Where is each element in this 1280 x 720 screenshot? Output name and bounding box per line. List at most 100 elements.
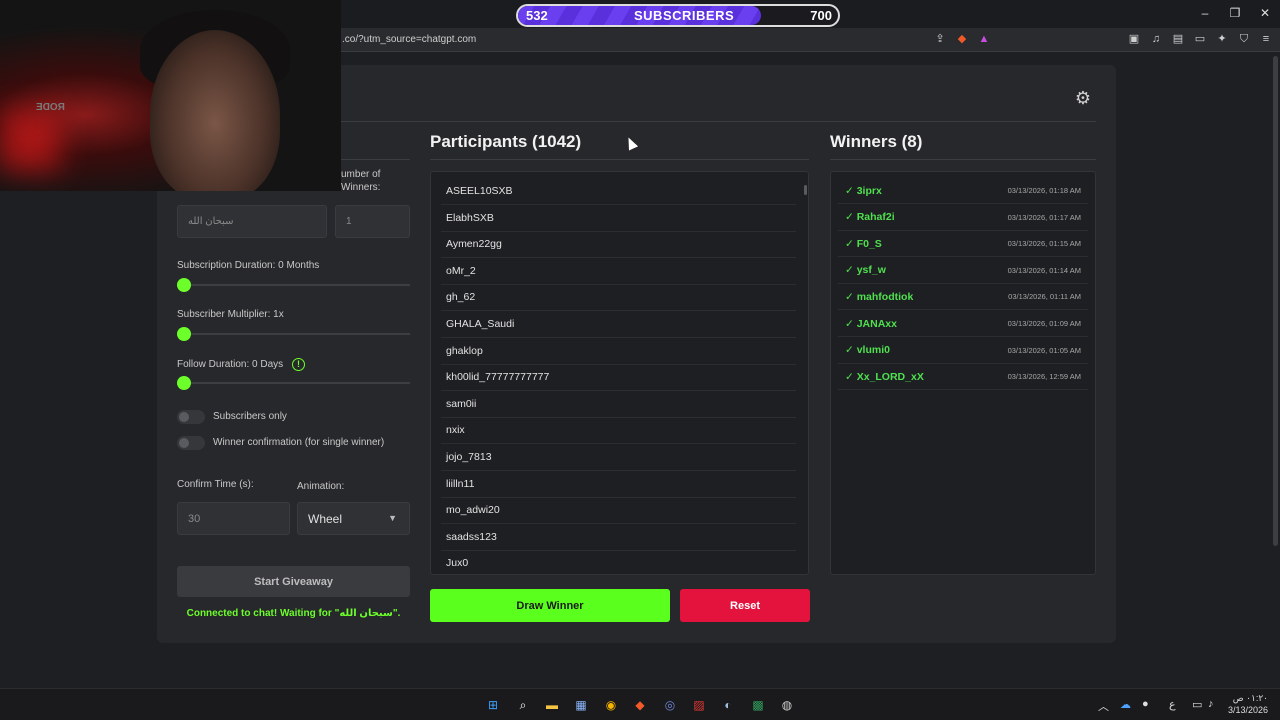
- winner-timestamp: 03/13/2026, 01:15 AM: [1007, 239, 1081, 249]
- volume-icon[interactable]: ♪: [1208, 698, 1214, 710]
- store-icon[interactable]: ▦: [572, 696, 590, 714]
- system-clock[interactable]: ٠١:٢٠ ص 3/13/2026: [1228, 692, 1268, 716]
- input-language-indicator[interactable]: ع: [1169, 698, 1176, 711]
- participants-scrollbar[interactable]: [804, 175, 808, 573]
- subscriber-count: 532: [526, 8, 548, 23]
- winners-count-label-1: umber of: [341, 169, 381, 180]
- subscribers-only-toggle[interactable]: [177, 410, 205, 424]
- file-explorer-icon[interactable]: ▬: [543, 696, 561, 714]
- close-button[interactable]: ✕: [1258, 4, 1272, 22]
- chevron-down-icon: ▼: [388, 513, 397, 523]
- follow-duration-knob[interactable]: [177, 376, 191, 390]
- brave-shields-icon[interactable]: ◆: [956, 32, 968, 46]
- subscriber-multiplier-knob[interactable]: [177, 327, 191, 341]
- participant-row[interactable]: sam0ii: [441, 391, 796, 418]
- minimize-button[interactable]: –: [1198, 4, 1212, 22]
- discord-icon[interactable]: ◎: [661, 696, 679, 714]
- winner-name: ✓ mahfodtiok: [845, 290, 914, 303]
- confirm-time-label: Confirm Time (s):: [177, 479, 254, 490]
- settings-gear-icon[interactable]: ⚙: [1073, 88, 1093, 108]
- participant-row[interactable]: ghaklop: [441, 338, 796, 365]
- animation-select[interactable]: Wheel ▼: [297, 502, 410, 535]
- brave-rewards-icon[interactable]: ▲: [978, 32, 990, 46]
- winner-confirmation-toggle[interactable]: [177, 436, 205, 450]
- menu-icon[interactable]: ≡: [1260, 32, 1272, 46]
- winners-list: ✓ 3iprx 03/13/2026, 01:18 AM ✓ Rahaf2i 03/1…: [830, 171, 1096, 575]
- network-icon[interactable]: ▭: [1192, 698, 1202, 711]
- reset-button[interactable]: Reset: [680, 589, 810, 622]
- windows-taskbar: ⊞ ⌕ ▬ ▦ ◉ ◆ ◎ ▨ ◐ ▩ ◍ ︿ ☁ ● ع ▭ ♪ ٠١:٢٠ …: [0, 688, 1280, 720]
- subscriber-multiplier-track[interactable]: [177, 333, 410, 335]
- microphone-icon[interactable]: ●: [1142, 698, 1149, 710]
- info-icon[interactable]: !: [292, 358, 305, 371]
- participant-row[interactable]: GHALA_Saudi: [441, 311, 796, 338]
- excel-icon[interactable]: ▩: [749, 696, 767, 714]
- header-divider: [341, 121, 1096, 122]
- winner-name: ✓ vlumi0: [845, 344, 890, 357]
- winner-row: ✓ F0_S 03/13/2026, 01:15 AM: [838, 231, 1088, 258]
- start-menu-icon[interactable]: ⊞: [484, 696, 502, 714]
- winner-timestamp: 03/13/2026, 01:14 AM: [1007, 265, 1081, 275]
- url-text[interactable]: .co/?utm_source=chatgpt.com: [342, 34, 476, 45]
- winners-count-input[interactable]: 1: [335, 205, 410, 238]
- tray-chevron-icon[interactable]: ︿: [1098, 698, 1109, 714]
- subscription-duration-label: Subscription Duration: 0 Months: [177, 260, 320, 271]
- winner-timestamp: 03/13/2026, 01:17 AM: [1007, 212, 1081, 222]
- subscription-duration-knob[interactable]: [177, 278, 191, 292]
- search-icon[interactable]: ⌕: [514, 696, 532, 714]
- winner-timestamp: 03/13/2026, 01:11 AM: [1008, 292, 1081, 302]
- subscribers-only-label: Subscribers only: [213, 411, 287, 422]
- participants-scroll-thumb[interactable]: [804, 185, 807, 195]
- participant-row[interactable]: liilln11: [441, 471, 796, 498]
- onedrive-icon[interactable]: ☁: [1120, 698, 1131, 711]
- draw-winner-button[interactable]: Draw Winner: [430, 589, 670, 622]
- participant-row[interactable]: ElabhSXB: [441, 205, 796, 232]
- vpn-icon[interactable]: ⛉: [1238, 32, 1250, 46]
- leo-ai-icon[interactable]: ✦: [1216, 32, 1228, 46]
- subscription-duration-track[interactable]: [177, 284, 410, 286]
- confirm-time-input[interactable]: 30: [177, 502, 290, 535]
- subscriber-goal-target: 700: [810, 8, 832, 23]
- keyword-input[interactable]: سبحان الله: [177, 205, 327, 238]
- winner-row: ✓ vlumi0 03/13/2026, 01:05 AM: [838, 338, 1088, 364]
- animation-label: Animation:: [297, 481, 345, 492]
- participant-row[interactable]: Jux0: [441, 550, 796, 574]
- share-icon[interactable]: ⇪: [934, 32, 946, 46]
- follow-duration-track[interactable]: [177, 382, 410, 384]
- chrome-icon[interactable]: ◉: [602, 696, 620, 714]
- winners-divider: [830, 159, 1096, 160]
- sidebar-icon[interactable]: ▤: [1172, 32, 1184, 46]
- webcam-overlay: RODE: [0, 0, 341, 191]
- window-controls: – ❐ ✕: [1198, 4, 1272, 22]
- winner-timestamp: 03/13/2026, 01:09 AM: [1007, 319, 1081, 328]
- participant-row[interactable]: jojo_7813: [441, 444, 796, 471]
- winner-name: ✓ Xx_LORD_xX: [845, 370, 924, 383]
- winner-confirmation-label: Winner confirmation (for single winner): [213, 437, 385, 448]
- steam-icon[interactable]: ◐: [719, 696, 737, 714]
- subscriber-goal-label: SUBSCRIBERS: [634, 8, 735, 23]
- participant-row[interactable]: kh00lid_77777777777: [441, 364, 796, 392]
- winner-row: ✓ ysf_w 03/13/2026, 01:14 AM: [838, 258, 1088, 284]
- app-icon[interactable]: ▨: [690, 696, 708, 714]
- participant-row[interactable]: gh_62: [441, 284, 796, 312]
- participant-row[interactable]: nxix: [441, 417, 796, 445]
- participant-row[interactable]: oMr_2: [441, 258, 796, 285]
- start-giveaway-button[interactable]: Start Giveaway: [177, 566, 410, 597]
- media-icon[interactable]: ♫: [1150, 32, 1162, 46]
- obs-icon[interactable]: ◍: [778, 696, 796, 714]
- winner-timestamp: 03/13/2026, 01:18 AM: [1007, 186, 1081, 195]
- brave-icon[interactable]: ◆: [631, 696, 649, 714]
- browser-toolbar-icons: ▣ ♫ ▤ ▭ ✦ ⛉ ≡: [1128, 32, 1272, 46]
- follow-duration-label: Follow Duration: 0 Days: [177, 359, 284, 370]
- red-light: [0, 110, 60, 170]
- winners-count-label-2: Winners:: [341, 182, 381, 193]
- page-scrollbar[interactable]: [1273, 56, 1278, 546]
- participant-row[interactable]: saadss123: [441, 524, 796, 551]
- wallet-icon[interactable]: ▭: [1194, 32, 1206, 46]
- participants-list[interactable]: ASEEL10SXB ElabhSXB Aymen22gg oMr_2 gh_62 GHA…: [430, 171, 809, 575]
- maximize-button[interactable]: ❐: [1228, 4, 1242, 22]
- screenshot-icon[interactable]: ▣: [1128, 32, 1140, 46]
- participant-row[interactable]: mo_adwi20: [441, 497, 796, 525]
- participant-row[interactable]: ASEEL10SXB: [441, 178, 796, 205]
- participant-row[interactable]: Aymen22gg: [441, 231, 796, 259]
